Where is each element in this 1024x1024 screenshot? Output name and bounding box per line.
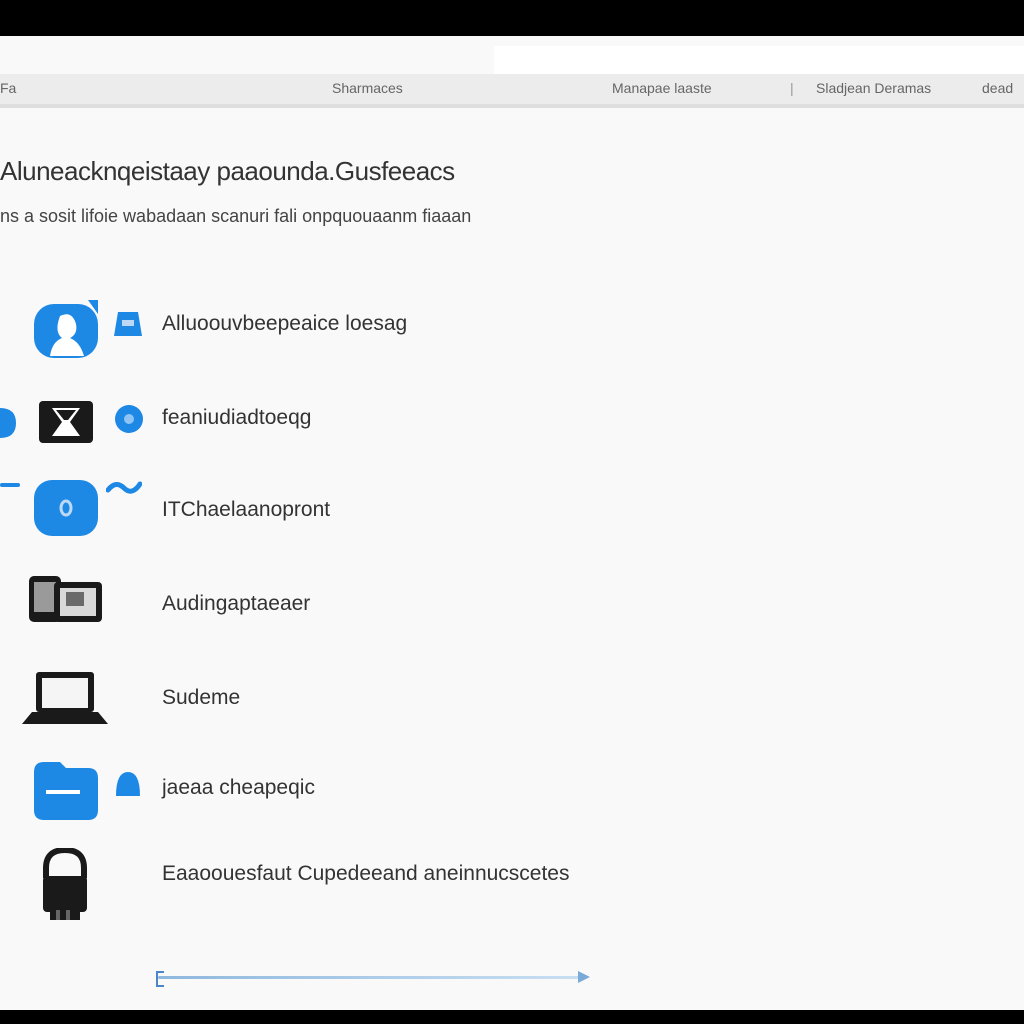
list-item-label: Eaaoouesfaut Cupedeeand aneinnucscetes — [162, 862, 570, 885]
scroll-right-arrow-icon[interactable] — [578, 971, 590, 983]
list-item-label: feaniudiadtoeqg — [162, 406, 312, 429]
id-card-icon — [114, 312, 142, 336]
horizontal-scrollbar[interactable] — [156, 971, 590, 987]
page-subtitle: ns a sosit lifoie wabadaan scanuri fali … — [0, 206, 472, 226]
list-item-label: Sudeme — [162, 686, 241, 709]
header-center-label[interactable]: Sharmaces — [332, 80, 403, 96]
header-left-label[interactable]: Fa — [0, 80, 16, 96]
device-reader-icon — [29, 576, 102, 622]
edge-dot-icon — [0, 408, 16, 438]
edge-dash-icon — [0, 483, 20, 487]
list-item-label: ITChaelaanopront — [162, 498, 331, 521]
hourglass-icon — [39, 401, 93, 443]
header-bar: Fa Sharmaces Manapae laaste | Sladjean D… — [0, 74, 1024, 105]
header-right-label-3[interactable]: dead — [982, 80, 1013, 96]
header-right-label-2[interactable]: Sladjean Deramas — [816, 80, 931, 96]
list-item-3[interactable]: ITChaelaanopront — [0, 478, 1024, 542]
list-item-label: Alluoouvbeepeaice loesag — [162, 312, 408, 335]
list-item-label: Audingaptaeaer — [162, 592, 311, 615]
list-item-2[interactable]: feaniudiadtoeqg — [0, 386, 1024, 450]
info-circle-icon — [115, 405, 143, 433]
list-item-6[interactable]: jaeaa cheapeqic — [0, 756, 1024, 820]
wave-icon — [106, 481, 142, 494]
app-window: Fa Sharmaces Manapae laaste | Sladjean D… — [0, 36, 1024, 1010]
lock-icon — [43, 848, 87, 920]
laptop-icon — [22, 672, 108, 724]
page-title: Aluneacknqeistaay paaounda.Gusfeeacs — [0, 156, 455, 186]
list-item-label: jaeaa cheapeqic — [162, 776, 315, 799]
list-item-1[interactable]: Alluoouvbeepeaice loesag — [0, 292, 1024, 358]
header-divider — [0, 104, 1024, 108]
chat-bubble-icon — [34, 480, 98, 536]
list-item-5[interactable]: Sudeme — [0, 666, 1024, 730]
address-area[interactable] — [494, 46, 1024, 74]
header-right-label-1[interactable]: Manapae laaste — [612, 80, 712, 96]
folder-icon — [34, 762, 98, 820]
badge-person-icon — [34, 300, 98, 358]
list-item-7[interactable]: Eaaoouesfaut Cupedeeand aneinnucscetes — [0, 842, 1024, 920]
list-item-4[interactable]: Audingaptaeaer — [0, 572, 1024, 636]
scrollbar-start-cap — [156, 971, 164, 987]
bell-icon — [116, 772, 140, 796]
scrollbar-track[interactable] — [158, 976, 580, 979]
header-separator: | — [790, 80, 794, 96]
